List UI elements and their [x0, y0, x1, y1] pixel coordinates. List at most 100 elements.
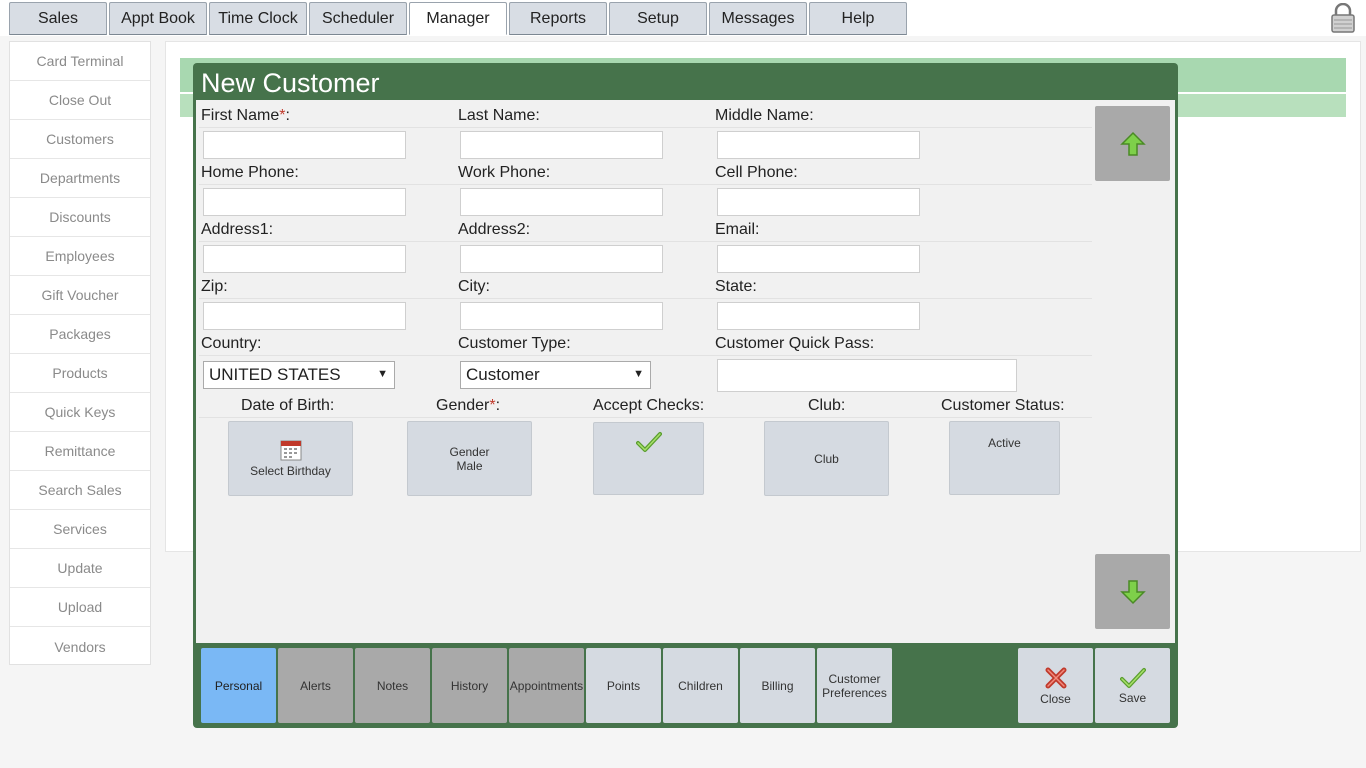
- select-birthday-text: Select Birthday: [250, 464, 331, 478]
- middle-name-label: Middle Name:: [715, 107, 814, 124]
- tab-children[interactable]: Children: [663, 648, 738, 723]
- city-label: City:: [458, 278, 490, 295]
- tab-billing[interactable]: Billing: [740, 648, 815, 723]
- tab-setup[interactable]: Setup: [609, 2, 707, 35]
- close-button[interactable]: Close: [1018, 648, 1093, 723]
- tab-reports[interactable]: Reports: [509, 2, 607, 35]
- new-customer-dialog: New Customer First Name*: Last Name: Mid…: [193, 63, 1178, 728]
- sidebar-item-close-out[interactable]: Close Out: [10, 81, 150, 120]
- tab-customer-preferences[interactable]: Customer Preferences: [817, 648, 892, 723]
- sidebar-item-employees[interactable]: Employees: [10, 237, 150, 276]
- save-button[interactable]: Save: [1095, 648, 1170, 723]
- sidebar-item-services[interactable]: Services: [10, 510, 150, 549]
- cell-phone-input[interactable]: [717, 188, 920, 216]
- tab-messages[interactable]: Messages: [709, 2, 807, 35]
- tab-appointments[interactable]: Appointments: [509, 648, 584, 723]
- quick-pass-label: Customer Quick Pass:: [715, 335, 875, 352]
- row-divider: [199, 355, 1092, 356]
- row-divider: [199, 298, 1092, 299]
- tab-scheduler[interactable]: Scheduler: [309, 2, 407, 35]
- scroll-down-button[interactable]: [1095, 554, 1170, 629]
- email-input[interactable]: [717, 245, 920, 273]
- middle-name-input[interactable]: [717, 131, 920, 159]
- close-button-label: Close: [1040, 691, 1071, 706]
- row-divider: [199, 184, 1092, 185]
- sidebar-item-update[interactable]: Update: [10, 549, 150, 588]
- sidebar-item-customers[interactable]: Customers: [10, 120, 150, 159]
- cell-phone-label: Cell Phone:: [715, 164, 798, 181]
- gender-button[interactable]: Gender Male: [407, 421, 532, 496]
- first-name-input[interactable]: [203, 131, 406, 159]
- zip-label: Zip:: [201, 278, 228, 295]
- home-phone-label: Home Phone:: [201, 164, 299, 181]
- last-name-label: Last Name:: [458, 107, 540, 124]
- tab-alerts[interactable]: Alerts: [278, 648, 353, 723]
- accept-checks-toggle[interactable]: [593, 422, 704, 495]
- state-input[interactable]: [717, 302, 920, 330]
- top-nav-bar: Sales Appt Book Time Clock Scheduler Man…: [0, 0, 1366, 36]
- work-phone-label: Work Phone:: [458, 164, 551, 181]
- gender-label: Gender*:: [436, 397, 501, 414]
- customer-type-select[interactable]: Customer ▼: [460, 361, 651, 389]
- customer-status-label: Customer Status:: [941, 397, 1065, 414]
- arrow-down-icon: [1119, 579, 1146, 604]
- state-label: State:: [715, 278, 757, 295]
- country-select[interactable]: UNITED STATES ▼: [203, 361, 395, 389]
- tab-manager[interactable]: Manager: [409, 2, 507, 35]
- first-name-label: First Name*:: [201, 107, 290, 124]
- row-divider: [199, 127, 1092, 128]
- sidebar-item-discounts[interactable]: Discounts: [10, 198, 150, 237]
- customer-type-select-value: Customer: [466, 365, 540, 384]
- sidebar-item-departments[interactable]: Departments: [10, 159, 150, 198]
- calendar-icon: [280, 440, 301, 461]
- lock-icon[interactable]: [1330, 3, 1356, 33]
- sidebar-item-packages[interactable]: Packages: [10, 315, 150, 354]
- chevron-down-icon: ▼: [377, 368, 388, 380]
- dialog-body: First Name*: Last Name: Middle Name: Hom…: [196, 100, 1175, 643]
- tab-notes[interactable]: Notes: [355, 648, 430, 723]
- select-birthday-button[interactable]: Select Birthday: [228, 421, 353, 496]
- zip-input[interactable]: [203, 302, 406, 330]
- quick-pass-input[interactable]: [717, 359, 1017, 392]
- tab-appt-book[interactable]: Appt Book: [109, 2, 207, 35]
- tab-points[interactable]: Points: [586, 648, 661, 723]
- sidebar-item-products[interactable]: Products: [10, 354, 150, 393]
- sidebar-item-card-terminal[interactable]: Card Terminal: [10, 42, 150, 81]
- work-phone-input[interactable]: [460, 188, 663, 216]
- tab-personal[interactable]: Personal: [201, 648, 276, 723]
- address2-input[interactable]: [460, 245, 663, 273]
- gender-button-label: Gender: [449, 444, 490, 459]
- save-button-label: Save: [1118, 690, 1147, 705]
- customer-status-value: Active: [988, 436, 1021, 450]
- tab-time-clock[interactable]: Time Clock: [209, 2, 307, 35]
- accept-checks-label: Accept Checks:: [593, 397, 705, 414]
- sidebar-item-remittance[interactable]: Remittance: [10, 432, 150, 471]
- scroll-up-button[interactable]: [1095, 106, 1170, 181]
- club-button[interactable]: Club: [764, 421, 889, 496]
- tab-sales[interactable]: Sales: [9, 2, 107, 35]
- sidebar-item-vendors[interactable]: Vendors: [10, 627, 150, 666]
- close-icon: [1045, 667, 1066, 688]
- customer-status-button[interactable]: Active: [949, 421, 1060, 495]
- checkmark-icon: [635, 432, 662, 452]
- sidebar-item-gift-voucher[interactable]: Gift Voucher: [10, 276, 150, 315]
- tab-history[interactable]: History: [432, 648, 507, 723]
- chevron-down-icon: ▼: [633, 368, 644, 380]
- manager-sidebar: Card Terminal Close Out Customers Depart…: [9, 41, 151, 665]
- home-phone-input[interactable]: [203, 188, 406, 216]
- address2-label: Address2:: [458, 221, 531, 238]
- customer-type-label: Customer Type:: [458, 335, 571, 352]
- tab-help[interactable]: Help: [809, 2, 907, 35]
- sidebar-item-upload[interactable]: Upload: [10, 588, 150, 627]
- sidebar-item-quick-keys[interactable]: Quick Keys: [10, 393, 150, 432]
- arrow-up-icon: [1119, 131, 1146, 156]
- last-name-input[interactable]: [460, 131, 663, 159]
- checkmark-icon: [1119, 667, 1146, 688]
- sidebar-item-search-sales[interactable]: Search Sales: [10, 471, 150, 510]
- address1-label: Address1:: [201, 221, 274, 238]
- city-input[interactable]: [460, 302, 663, 330]
- row-divider: [199, 417, 1092, 418]
- dialog-title: New Customer: [201, 68, 380, 98]
- row-divider: [199, 241, 1092, 242]
- address1-input[interactable]: [203, 245, 406, 273]
